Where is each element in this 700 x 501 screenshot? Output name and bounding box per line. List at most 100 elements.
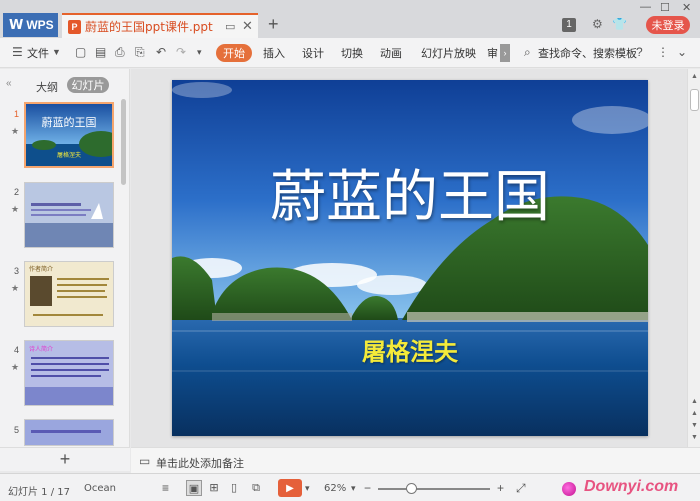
- star-icon: ★: [11, 126, 20, 136]
- scroll-down-icon[interactable]: ▼: [691, 434, 698, 441]
- tab-slides[interactable]: 幻灯片: [67, 77, 109, 93]
- menu-bar: ☰ 文件 ▼ ▢ ▤ ⎙ ⎘ ↶ ↷ ▾ 开始 插入 设计 切换 动画 幻灯片放…: [0, 38, 700, 68]
- login-button[interactable]: 未登录: [646, 16, 690, 34]
- slide-number: 4: [14, 345, 20, 355]
- slide-number: 1: [14, 109, 20, 119]
- scroll-top-icon[interactable]: ▲: [691, 398, 698, 405]
- panel-scrollbar[interactable]: [121, 99, 126, 185]
- ppt-file-icon: P: [68, 19, 81, 34]
- print-icon[interactable]: ⎙: [115, 45, 125, 60]
- slide-author[interactable]: 屠格涅夫: [172, 332, 648, 367]
- notes-icon: ▭: [139, 454, 151, 468]
- zoom-level[interactable]: 62%: [324, 483, 346, 494]
- zoom-slider-handle[interactable]: [406, 483, 417, 494]
- document-tab-title: 蔚蓝的王国ppt课件.ppt: [85, 20, 213, 34]
- editor-scrollbar[interactable]: ▲ ▲ ▲ ▼ ▼: [687, 69, 700, 447]
- help-icon[interactable]: ?: [636, 45, 643, 59]
- notes-placeholder[interactable]: 单击此处添加备注: [156, 455, 244, 471]
- zoom-in-icon[interactable]: +: [497, 481, 504, 495]
- normal-view-icon[interactable]: ▣: [186, 480, 202, 496]
- maximize-icon[interactable]: ☐: [660, 1, 670, 14]
- thumb-title: 蔚蓝的王国: [41, 116, 97, 129]
- slide-editor: 蔚蓝的王国 屠格涅夫: [131, 69, 687, 447]
- zoom-out-icon[interactable]: −: [364, 481, 371, 495]
- collapse-ribbon-icon[interactable]: ⌄: [677, 45, 687, 59]
- tab-design[interactable]: 设计: [302, 45, 324, 61]
- slide-number: 5: [14, 425, 20, 435]
- star-icon: ★: [11, 362, 20, 372]
- slide-thumbnail-4[interactable]: 诗人简介: [24, 340, 114, 406]
- slide-thumbnail-5[interactable]: [24, 419, 114, 446]
- panel-tabs: « 大纲 幻灯片: [0, 69, 130, 97]
- more-icon[interactable]: ▾: [197, 47, 202, 58]
- chevron-down-icon[interactable]: ▼: [52, 47, 61, 57]
- menu-icon[interactable]: ☰: [12, 45, 23, 59]
- wps-logo-icon: 𝗪: [9, 17, 24, 32]
- title-bar: 𝗪 WPS P 蔚蓝的王国ppt课件.ppt ▭ ✕ + — ☐ ✕ 1 ⚙ 👕…: [0, 0, 700, 38]
- new-tab-icon[interactable]: +: [268, 14, 279, 35]
- slide-number: 3: [14, 266, 20, 276]
- play-slideshow-button[interactable]: ▶: [278, 479, 302, 497]
- watermark-text: Downyi.com: [584, 478, 679, 495]
- tab-transition[interactable]: 切换: [341, 45, 363, 61]
- zoom-dropdown-icon[interactable]: ▾: [351, 483, 356, 494]
- search-command-input[interactable]: 查找命令、搜索模板: [538, 45, 637, 61]
- tab-scroll-right-icon[interactable]: ›: [500, 44, 510, 62]
- add-slide-button[interactable]: +: [0, 447, 130, 471]
- play-options-icon[interactable]: ▾: [305, 483, 310, 494]
- tab-slideshow[interactable]: 幻灯片放映: [421, 45, 476, 61]
- notes-toggle-icon[interactable]: ≡: [162, 481, 169, 495]
- sorter-view-icon[interactable]: ⊞: [206, 480, 222, 496]
- document-tab[interactable]: P 蔚蓝的王国ppt课件.ppt ▭ ✕: [62, 13, 258, 38]
- slide-thumbnail-1[interactable]: 蔚蓝的王国 屠格涅夫: [24, 102, 114, 168]
- slide-thumbnail-3[interactable]: 作者简介: [24, 261, 114, 327]
- slide-title[interactable]: 蔚蓝的王国: [172, 152, 648, 233]
- window-count-badge[interactable]: 1: [562, 18, 576, 32]
- file-menu[interactable]: 文件: [27, 45, 49, 61]
- redo-icon[interactable]: ↷: [176, 45, 186, 59]
- tab-insert[interactable]: 插入: [263, 45, 285, 61]
- new-doc-icon[interactable]: ▢: [75, 45, 86, 59]
- wps-tab-label: WPS: [26, 18, 54, 32]
- theme-name: Ocean: [84, 483, 116, 494]
- tab-review[interactable]: 审: [487, 45, 498, 61]
- window-icon[interactable]: ▭: [225, 20, 235, 33]
- scroll-prev-icon[interactable]: ▲: [691, 410, 698, 417]
- current-slide[interactable]: 蔚蓝的王国 屠格涅夫: [172, 80, 648, 436]
- open-icon[interactable]: ▤: [95, 45, 106, 59]
- fit-window-icon[interactable]: ⤢: [516, 481, 526, 496]
- settings-icon[interactable]: ⚙: [592, 17, 603, 31]
- scrollbar-thumb[interactable]: [690, 89, 699, 111]
- scroll-up-icon[interactable]: ▲: [691, 73, 698, 80]
- star-icon: ★: [11, 204, 20, 214]
- thumb-title: 诗人简介: [29, 346, 54, 353]
- skin-icon[interactable]: 👕: [612, 17, 627, 31]
- status-bar: 幻灯片 1 / 17 Ocean ≡ ▣ ⊞ ▯ ⧉ ▶ ▾ 62% ▾ − +…: [0, 473, 700, 501]
- slide-counter: 幻灯片 1 / 17: [8, 487, 70, 498]
- tab-animation[interactable]: 动画: [380, 45, 402, 61]
- close-tab-icon[interactable]: ✕: [242, 18, 253, 34]
- undo-icon[interactable]: ↶: [156, 45, 166, 59]
- slides-panel: « 大纲 幻灯片 1 ★ 蔚蓝的王国 屠格涅夫 2 ★ 3 ★ 作者简介 4 ★…: [0, 69, 130, 471]
- slide-thumbnail-2[interactable]: [24, 182, 114, 248]
- tab-start[interactable]: 开始: [216, 44, 252, 62]
- collapse-panel-icon[interactable]: «: [6, 78, 12, 89]
- star-icon: ★: [11, 283, 20, 293]
- thumb-title: 作者简介: [29, 266, 54, 273]
- scroll-next-icon[interactable]: ▼: [691, 422, 698, 429]
- thumb-subtitle: 屠格涅夫: [56, 152, 81, 159]
- wps-home-tab[interactable]: 𝗪 WPS: [3, 13, 58, 37]
- more-options-icon[interactable]: ⋮: [657, 45, 669, 59]
- slide-number: 2: [14, 187, 20, 197]
- close-window-icon[interactable]: ✕: [682, 1, 691, 14]
- minimize-icon[interactable]: —: [640, 1, 651, 13]
- search-icon[interactable]: ⌕: [524, 45, 531, 60]
- notes-bar[interactable]: ▭ 单击此处添加备注: [131, 447, 700, 473]
- tab-outline[interactable]: 大纲: [36, 79, 58, 95]
- print-preview-icon[interactable]: ⎘: [135, 45, 145, 60]
- reading-view-icon[interactable]: ▯: [226, 480, 242, 496]
- zoom-slider[interactable]: [378, 488, 490, 490]
- slideshow-view-icon[interactable]: ⧉: [248, 480, 264, 496]
- slide-background-image: [172, 80, 648, 436]
- watermark: Downyi.com: [562, 478, 694, 498]
